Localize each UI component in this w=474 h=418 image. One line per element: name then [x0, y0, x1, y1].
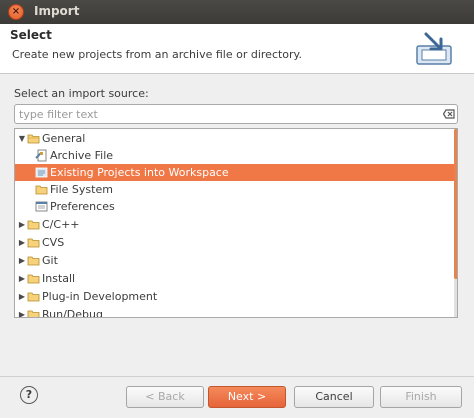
expand-arrow-icon[interactable]: ▶ [17, 270, 27, 287]
tree-item-run-debug[interactable]: ▶ Run/Debug [15, 306, 454, 318]
expand-arrow-icon[interactable]: ▶ [17, 288, 27, 305]
tree-item-label: Archive File [50, 149, 114, 162]
page-title: Select [10, 28, 52, 42]
folder-icon [27, 134, 40, 144]
import-source-tree[interactable]: ▼ General Archive File Existing Projects… [14, 128, 458, 318]
window-title: Import [34, 4, 80, 18]
import-source-label: Select an import source: [14, 87, 149, 100]
tree-item-c-cpp[interactable]: ▶ C/C++ [15, 216, 454, 233]
tree-item-label: C/C++ [42, 218, 80, 231]
expand-arrow-icon[interactable]: ▶ [17, 216, 27, 233]
tree-item-label: General [42, 132, 86, 145]
next-button[interactable]: Next > [208, 386, 286, 408]
tree-item-label: Existing Projects into Workspace [50, 166, 229, 179]
import-dialog: × Import Select Create new projects from… [0, 0, 474, 418]
folder-icon [27, 238, 40, 248]
help-icon[interactable]: ? [20, 386, 38, 404]
filter-input[interactable] [19, 106, 439, 122]
expand-arrow-icon[interactable]: ▼ [17, 130, 27, 147]
expand-arrow-icon[interactable]: ▶ [17, 306, 27, 317]
tree-item-install[interactable]: ▶ Install [15, 270, 454, 287]
button-bar-separator [0, 376, 474, 377]
tree-item-file-system[interactable]: File System [15, 181, 454, 198]
filter-box[interactable] [14, 104, 458, 124]
folder-icon [27, 310, 40, 317]
tree-item-git[interactable]: ▶ Git [15, 252, 454, 269]
folder-icon [35, 185, 48, 195]
tree-item-label: Preferences [50, 200, 115, 213]
project-icon [35, 167, 48, 178]
tree-item-archive-file[interactable]: Archive File [15, 147, 454, 164]
tree-item-label: CVS [42, 236, 65, 249]
preferences-icon [35, 201, 48, 212]
tree-item-label: Git [42, 254, 58, 267]
tree-item-existing-projects[interactable]: Existing Projects into Workspace [15, 164, 454, 181]
tree-item-label: Install [42, 272, 76, 285]
import-wizard-icon [416, 32, 452, 65]
scrollbar-thumb[interactable] [454, 129, 457, 279]
finish-button[interactable]: Finish [380, 386, 462, 408]
folder-icon [27, 256, 40, 266]
folder-icon [27, 220, 40, 230]
tree-item-label: File System [50, 183, 113, 196]
tree-item-general[interactable]: ▼ General [15, 130, 454, 147]
tree-scrollbar[interactable] [454, 129, 457, 317]
folder-icon [27, 274, 40, 284]
back-button[interactable]: < Back [126, 386, 204, 408]
expand-arrow-icon[interactable]: ▶ [17, 252, 27, 269]
tree-item-label: Run/Debug [42, 308, 103, 318]
folder-icon [27, 292, 40, 302]
clear-filter-icon[interactable] [443, 108, 455, 120]
archive-file-icon [35, 149, 47, 162]
title-bar[interactable]: × Import [0, 0, 474, 24]
wizard-header: Select Create new projects from an archi… [0, 24, 474, 74]
tree-item-label: Plug-in Development [42, 290, 158, 303]
tree-item-plugin-development[interactable]: ▶ Plug-in Development [15, 288, 454, 305]
cancel-button[interactable]: Cancel [294, 386, 374, 408]
tree-item-cvs[interactable]: ▶ CVS [15, 234, 454, 251]
page-description: Create new projects from an archive file… [12, 48, 302, 61]
window-close-icon[interactable]: × [8, 4, 24, 20]
tree-item-preferences[interactable]: Preferences [15, 198, 454, 215]
expand-arrow-icon[interactable]: ▶ [17, 234, 27, 251]
